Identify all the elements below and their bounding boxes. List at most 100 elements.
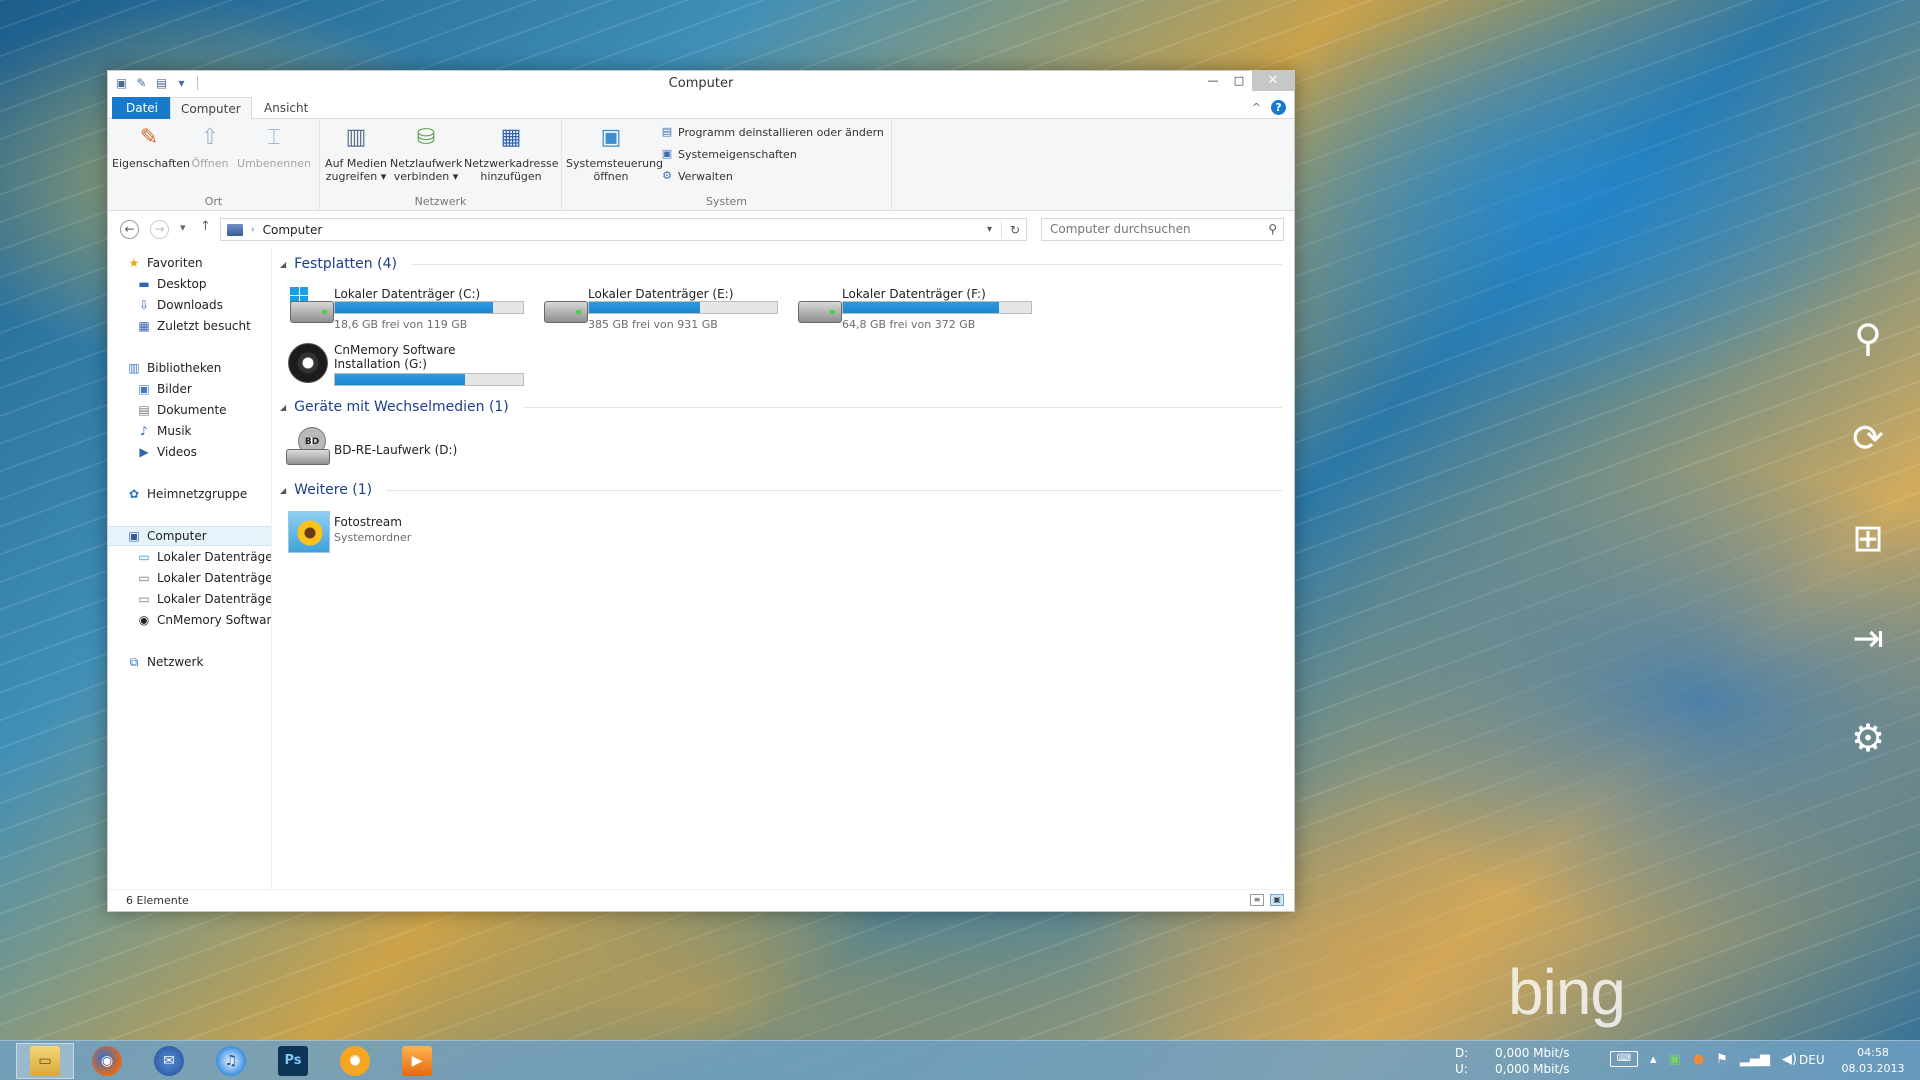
open-button[interactable]: ⇧ Öffnen [188,123,232,170]
recent-locations-icon[interactable]: ▾ [180,221,186,234]
charm-start-icon[interactable]: ⊞ [1840,510,1896,566]
nav-label: Bibliotheken [147,361,222,375]
search-input[interactable]: Computer durchsuchen ⚲ [1041,218,1284,241]
usage-fill [335,374,465,385]
drive-d-bluray[interactable]: BD BD-RE-Laufwerk (D:) [284,427,524,477]
download-speed: 0,000 Mbit/s [1495,1046,1570,1060]
input-language[interactable]: DEU [1799,1053,1825,1067]
tray-expand-icon[interactable]: ▴ [1650,1052,1657,1067]
maximize-button[interactable]: □ [1226,71,1252,91]
drive-c[interactable]: Lokaler Datenträger (C:) 18,6 GB frei vo… [284,287,524,337]
forward-button[interactable]: → [150,220,169,239]
tab-file[interactable]: Datei [112,97,173,119]
action-center-flag-icon[interactable]: ⚑ [1716,1052,1728,1067]
nav-network[interactable]: ⧉ Netzwerk [108,652,271,672]
map-network-drive-button[interactable]: ⛁ Netzlaufwerk verbinden ▾ [390,123,462,183]
group-label: Weitere (1) [294,482,373,498]
search-icon[interactable]: ⚲ [1268,219,1277,240]
main-pane: ◢ Festplatten (4) Lokaler Datenträger (C… [274,247,1294,889]
system-drive-icon [288,287,334,327]
close-button[interactable]: ✕ [1252,71,1294,91]
network-drive-icon: ⛁ [416,125,436,150]
volume-icon[interactable]: ◀) [1782,1052,1797,1067]
taskbar-vlc-like[interactable]: ✺ [326,1043,384,1079]
drive-name: CnMemory Software Installation (G:) [334,343,456,371]
drive-g[interactable]: CnMemory Software Installation (G:) [284,343,524,399]
help-icon[interactable]: ? [1271,100,1286,115]
nav-label: Zuletzt besucht [157,319,251,333]
rename-button[interactable]: ⌶ Umbenennen [236,123,312,170]
network-icon: ⧉ [129,655,139,669]
nav-drive-e[interactable]: ▭ Lokaler Datenträger [108,568,271,588]
nav-libraries[interactable]: ▥ Bibliotheken [108,358,271,378]
nav-drive-f[interactable]: ▭ Lokaler Datenträger [108,589,271,609]
manage-button[interactable]: ⚙ Verwalten [660,169,733,183]
drive-f[interactable]: Lokaler Datenträger (F:) 64,8 GB frei vo… [792,287,1032,337]
explorer-window: ▣ ✎ ▤ ▾ Computer — □ ✕ Datei Computer An… [107,70,1295,912]
taskbar-itunes[interactable]: ♫ [202,1043,260,1079]
nav-videos[interactable]: ▶ Videos [108,442,271,462]
nav-documents[interactable]: ▤ Dokumente [108,400,271,420]
taskbar-explorer[interactable]: ▭ [16,1043,74,1079]
refresh-icon[interactable]: ↻ [1010,223,1020,237]
open-icon: ⇧ [200,125,220,150]
large-icons-view-icon[interactable]: ▣ [1270,894,1284,906]
nav-music[interactable]: ♪ Musik [108,421,271,441]
nav-label: Desktop [157,277,207,291]
nav-desktop[interactable]: ▬ Desktop [108,274,271,294]
download-label: D: [1455,1046,1469,1060]
breadcrumb[interactable]: Computer [263,223,323,237]
properties-button[interactable]: ✎ Eigenschaften [112,123,190,170]
charm-share-icon[interactable]: ⟳ [1840,410,1896,466]
group-header-other[interactable]: ◢ Weitere (1) [280,480,1282,500]
nav-recent[interactable]: ▦ Zuletzt besucht [108,316,271,336]
charm-search-icon[interactable]: ⚲ [1840,310,1896,366]
nav-label: Lokaler Datenträger [157,550,272,564]
nav-label: Musik [157,424,192,438]
uninstall-program-button[interactable]: ▤ Programm deinstallieren oder ändern [660,125,884,139]
add-network-location-button[interactable]: ▦ Netzwerkadresse hinzufügen [464,123,559,183]
media-access-button[interactable]: ▥ Auf Medien zugreifen ▾ [324,123,388,183]
tab-view[interactable]: Ansicht [254,97,318,119]
tray-update-icon[interactable]: ● [1693,1052,1704,1067]
taskbar-firefox[interactable]: ◉ [78,1043,136,1079]
nav-pictures[interactable]: ▣ Bilder [108,379,271,399]
nav-drive-c[interactable]: ▭ Lokaler Datenträger [108,547,271,567]
nav-computer[interactable]: ▣ Computer [108,526,271,546]
clock[interactable]: 04:58 08.03.2013 [1840,1045,1906,1077]
system-properties-icon: ▣ [661,147,673,160]
minimize-button[interactable]: — [1200,71,1226,91]
control-panel-button[interactable]: ▣ Systemsteuerung öffnen [566,123,663,183]
address-dropdown-icon[interactable]: ▾ [987,224,992,235]
photostream-item[interactable]: Fotostream Systemordner [284,511,524,561]
taskbar-photoshop[interactable]: Ps [264,1043,322,1079]
details-view-icon[interactable]: ≡ [1250,894,1264,906]
documents-icon: ▤ [138,403,150,417]
back-button[interactable]: ← [120,220,139,239]
charm-settings-icon[interactable]: ⚙ [1840,710,1896,766]
nav-favorites[interactable]: ★ Favoriten [108,253,271,273]
disc-icon [288,343,328,383]
usage-bar [334,301,524,314]
address-box[interactable]: › Computer ▾ ↻ [220,218,1027,241]
touch-keyboard-icon[interactable]: ⌨ [1610,1051,1638,1067]
pictures-icon: ▣ [138,382,150,396]
ribbon-collapse-icon[interactable]: ^ [1252,101,1261,114]
tab-computer[interactable]: Computer [170,97,252,120]
group-header-hdd[interactable]: ◢ Festplatten (4) [280,254,1282,274]
nav-drive-g[interactable]: ◉ CnMemory Software [108,610,271,630]
nav-downloads[interactable]: ⇩ Downloads [108,295,271,315]
drive-e[interactable]: Lokaler Datenträger (E:) 385 GB frei von… [538,287,778,337]
star-icon: ★ [128,256,140,270]
nav-label: Computer [147,529,207,543]
group-header-removable[interactable]: ◢ Geräte mit Wechselmedien (1) [280,397,1282,417]
taskbar-media[interactable]: ▶ [388,1043,446,1079]
charm-devices-icon[interactable]: ⇥ [1840,610,1896,666]
system-properties-button[interactable]: ▣ Systemeigenschaften [660,147,797,161]
nav-homegroup[interactable]: ✿ Heimnetzgruppe [108,484,271,504]
taskbar-thunderbird[interactable]: ✉ [140,1043,198,1079]
up-icon[interactable]: ↑ [200,219,211,234]
network-signal-icon[interactable]: ▂▄▆ [1740,1052,1770,1067]
tray-app-icon[interactable]: ▣ [1669,1052,1681,1067]
system-tray: ⌨ ▴ ▣ ● ⚑ ▂▄▆ ◀) [1610,1051,1797,1067]
